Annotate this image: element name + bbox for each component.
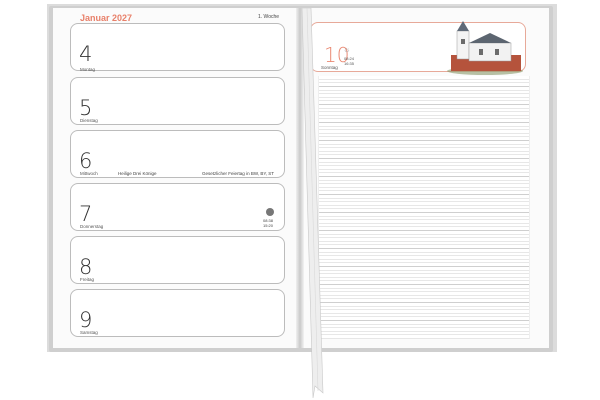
weekday-label: Freitag xyxy=(80,277,95,282)
day-number: 7 xyxy=(79,202,93,226)
note-lines xyxy=(318,76,530,339)
day-number: 5 xyxy=(79,96,93,120)
day-number: 6 xyxy=(79,149,93,173)
weekday-label: Donnerstag xyxy=(80,224,104,229)
month-title: Januar 2027 xyxy=(80,13,133,23)
day-number: 9 xyxy=(79,308,93,332)
week-label: 1. Woche xyxy=(258,14,280,20)
weekday-label: Dienstag xyxy=(80,118,98,123)
day-box-wednesday: 6 Mittwoch Heilige Drei Könige Gesetzlic… xyxy=(70,130,285,178)
sun-icon: ☼ xyxy=(343,45,351,54)
new-moon-icon xyxy=(266,208,274,216)
day-box-thursday: 7 Donnerstag xyxy=(70,183,285,231)
holiday-label: Heilige Drei Könige xyxy=(118,171,157,176)
moon-times: 08:38 15:20 xyxy=(263,218,273,228)
bookmark-ribbon xyxy=(301,8,324,398)
weekday-label: Samstag xyxy=(80,330,98,335)
weekday-label: Mittwoch xyxy=(80,171,98,176)
day-box-monday: 4 Montag xyxy=(70,23,285,72)
moon-set-time: 15:20 xyxy=(263,223,274,228)
weekday-label: Montag xyxy=(80,67,96,72)
sunset-time: 16:35 xyxy=(344,61,355,66)
church-illustration xyxy=(447,21,523,75)
day-box-saturday: 9 Samstag xyxy=(70,289,285,337)
day-box-tuesday: 5 Dienstag xyxy=(70,77,285,125)
holiday-note: Gesetzlicher Feiertag in BW, BY, ST xyxy=(202,171,274,176)
day-number: 8 xyxy=(79,255,93,279)
day-box-friday: 8 Freitag xyxy=(70,236,285,284)
sun-times: 08:24 16:35 xyxy=(344,56,354,66)
day-number: 4 xyxy=(79,42,93,66)
